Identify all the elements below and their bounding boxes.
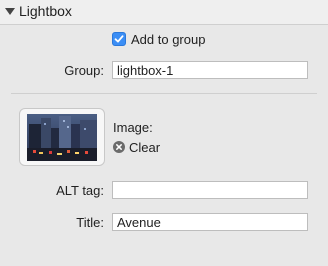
close-icon [116, 144, 122, 150]
group-label: Group: [64, 63, 104, 78]
disclosure-triangle-icon[interactable] [5, 8, 15, 15]
image-thumbnail [27, 114, 97, 161]
add-to-group-checkbox[interactable] [112, 32, 126, 46]
alt-tag-field[interactable] [112, 181, 308, 199]
lightbox-panel: Lightbox Add to group Group: lightbox-1 … [0, 0, 328, 266]
title-field[interactable] [112, 213, 308, 231]
image-well[interactable] [19, 108, 105, 166]
group-field[interactable] [112, 61, 308, 79]
image-label: Image: [113, 120, 153, 135]
panel-title: Lightbox [19, 3, 72, 19]
clear-button[interactable]: Clear [129, 140, 160, 155]
checkmark-icon [114, 35, 124, 43]
panel-header[interactable]: Lightbox [0, 0, 328, 25]
clear-icon[interactable] [113, 141, 125, 153]
add-to-group-label[interactable]: Add to group [131, 32, 205, 47]
section-divider [11, 93, 317, 94]
title-label: Title: [76, 215, 104, 230]
alt-tag-label: ALT tag: [56, 183, 104, 198]
